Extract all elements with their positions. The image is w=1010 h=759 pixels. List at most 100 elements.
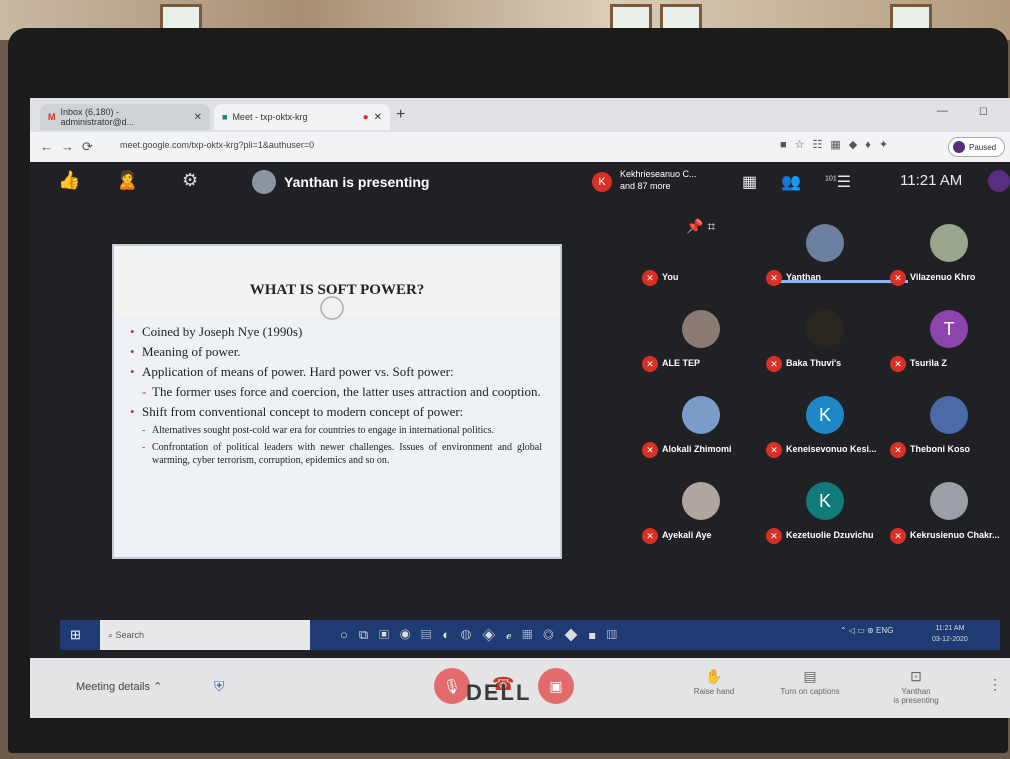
- participant-name: Yanthan: [786, 272, 822, 282]
- avatar: [930, 482, 968, 520]
- participants-summary: Kekhrieseanuo C... and 87 more: [620, 168, 697, 192]
- meet-top-icons[interactable]: ▦👥101☰: [742, 172, 875, 192]
- slide-bullet: Coined by Joseph Nye (1990s): [130, 324, 542, 340]
- laptop-screen: M Inbox (6,180) - administrator@d... ✕ ■…: [30, 98, 1010, 658]
- meeting-details-button[interactable]: Meeting details ⌃: [76, 680, 162, 693]
- participant-name: Alokali Zhimomi: [662, 444, 732, 454]
- participants-summary-name: Kekhrieseanuo C...: [620, 169, 697, 179]
- participant-name: Kekrusienuo Chakr...: [910, 530, 1000, 540]
- slide-bullet: Meaning of power.: [130, 344, 542, 360]
- tab-gmail[interactable]: M Inbox (6,180) - administrator@d... ✕: [40, 104, 210, 130]
- mic-off-icon: 🎙: [443, 678, 461, 694]
- participant-name: Ayekali Aye: [662, 530, 712, 540]
- gmail-icon: M: [48, 112, 56, 122]
- shield-icon[interactable]: ⛨: [214, 678, 225, 695]
- mic-muted-icon: ✕: [766, 270, 782, 286]
- avatar: [930, 224, 968, 262]
- thumbs-up-icon[interactable]: 👍: [58, 170, 80, 191]
- mic-muted-icon: ✕: [766, 356, 782, 372]
- profile-button[interactable]: Paused: [948, 137, 1006, 157]
- avatar: [682, 396, 720, 434]
- mic-muted-icon: ✕: [642, 356, 658, 372]
- participant-name: Vilazenuo Khro: [910, 272, 976, 282]
- presenting-line2: is presenting: [893, 696, 939, 705]
- taskbar-clock[interactable]: 11:21 AM 03-12-2020: [932, 623, 968, 645]
- meeting-details-label: Meeting details: [76, 681, 150, 693]
- slide-bullet: Application of means of power. Hard powe…: [130, 364, 542, 380]
- present-icon: ⊡: [910, 668, 922, 684]
- avatar[interactable]: [988, 170, 1010, 192]
- meeting-clock: 11:21 AM: [900, 172, 963, 189]
- participant-name: ALE TEP: [662, 358, 701, 368]
- taskbar-apps[interactable]: ○⧉▣◉▤◐◍◈ℯ▦◎◆◼▥: [340, 627, 628, 643]
- close-icon[interactable]: ✕: [194, 112, 202, 123]
- participant-name: Kezetuolie Dzuvichu: [786, 530, 874, 540]
- recording-dot-icon: ●: [362, 111, 369, 123]
- participants-summary-more: and 87 more: [620, 181, 671, 191]
- participant-tile[interactable]: ✕ Ayekali Aye: [638, 468, 762, 572]
- avatar: [930, 396, 968, 434]
- window-controls[interactable]: — ◻: [937, 104, 1002, 117]
- layout-icon[interactable]: ▦: [742, 174, 781, 191]
- url-field[interactable]: meet.google.com/txp-oktx-krg?pli=1&authu…: [120, 140, 314, 150]
- people-icon[interactable]: 👥101: [781, 174, 837, 191]
- mic-muted-icon: ✕: [642, 528, 658, 544]
- tab-meet[interactable]: ■ Meet - txp-oktx-krg ● ✕: [214, 104, 390, 130]
- raise-hand-button[interactable]: ✋ Raise hand: [674, 668, 754, 696]
- mic-muted-icon: ✕: [766, 442, 782, 458]
- captions-button[interactable]: ▤ Turn on captions: [770, 668, 850, 696]
- avatar: K: [806, 396, 844, 434]
- presenter-text: Yanthan is presenting: [284, 174, 430, 190]
- windows-start-icon[interactable]: ⊞: [70, 627, 81, 643]
- tab-label: Meet - txp-oktx-krg: [232, 112, 308, 122]
- captions-icon: ▤: [803, 668, 817, 684]
- dell-logo: DELL: [466, 680, 532, 705]
- slide-sub-bullet: Confrontation of political leaders with …: [130, 441, 542, 467]
- raise-hand-label: Raise hand: [693, 687, 735, 696]
- chevron-up-icon: ⌃: [153, 681, 163, 693]
- presentation-stage: WHAT IS SOFT POWER? Coined by Joseph Nye…: [30, 202, 640, 658]
- participant-name: You: [662, 272, 679, 282]
- avatar: [806, 224, 844, 262]
- mic-muted-icon: ✕: [642, 442, 658, 458]
- slide-sub-bullet: The former uses force and coercion, the …: [130, 384, 542, 400]
- taskbar-search-placeholder: Search: [115, 630, 145, 640]
- browser-tab-strip: M Inbox (6,180) - administrator@d... ✕ ■…: [30, 98, 1010, 132]
- nav-buttons[interactable]: ←→⟳: [40, 139, 101, 155]
- mic-muted-icon: ✕: [766, 528, 782, 544]
- avatar: [953, 141, 965, 153]
- participant-name: Theboni Koso: [910, 444, 970, 454]
- more-options-icon[interactable]: ⋮: [988, 676, 1002, 693]
- gear-icon[interactable]: ⚙: [182, 170, 198, 191]
- mic-muted-icon: ✕: [890, 528, 906, 544]
- windows-taskbar: ⊞ ⌕ Search ○⧉▣◉▤◐◍◈ℯ▦◎◆◼▥ ⌃ ◁ ▭ ⊛ ENG 11…: [60, 620, 1000, 650]
- new-tab-button[interactable]: +: [396, 106, 405, 124]
- taskbar-time: 11:21 AM: [935, 625, 965, 632]
- participant-avatar: K: [592, 172, 612, 192]
- close-icon[interactable]: ✕: [374, 112, 382, 123]
- camera-off-button[interactable]: ▣: [538, 668, 574, 704]
- participant-name: Tsurila Z: [910, 358, 947, 368]
- participant-grid: 📌 ⌗ ✕ You ✕ Yanthan ✕ Vilazenuo Khro ✕ ALE TEP ✕…: [638, 202, 1010, 658]
- camera-off-icon: ▣: [549, 678, 563, 694]
- taskbar-search[interactable]: ⌕ Search: [100, 620, 310, 650]
- extensions-icons[interactable]: ■☆☷▦◆♦✦: [780, 138, 896, 151]
- participant-name: Baka Thuvi's: [786, 358, 842, 368]
- avatar: [682, 310, 720, 348]
- profile-status: Paused: [969, 142, 997, 152]
- emoji-icon[interactable]: 🙎: [116, 170, 138, 191]
- language-indicator: ENG: [876, 626, 894, 635]
- hand-icon: ✋: [705, 668, 723, 684]
- participant-tile[interactable]: ✕ Kekrusienuo Chakr...: [886, 468, 1010, 572]
- participant-tile[interactable]: K ✕ Kezetuolie Dzuvichu: [762, 468, 886, 572]
- mic-off-button[interactable]: 🎙: [434, 668, 470, 704]
- chat-icon[interactable]: ☰: [837, 174, 875, 191]
- system-tray[interactable]: ⌃ ◁ ▭ ⊛ ENG: [840, 626, 893, 635]
- meet-icon: ■: [222, 112, 228, 122]
- mic-muted-icon: ✕: [890, 356, 906, 372]
- cursor-ring: [320, 296, 344, 320]
- mic-muted-icon: ✕: [890, 270, 906, 286]
- address-bar-row: ←→⟳ meet.google.com/txp-oktx-krg?pli=1&a…: [30, 132, 1010, 162]
- presenting-button[interactable]: ⊡ Yanthan is presenting: [876, 668, 956, 705]
- avatar: [682, 224, 720, 262]
